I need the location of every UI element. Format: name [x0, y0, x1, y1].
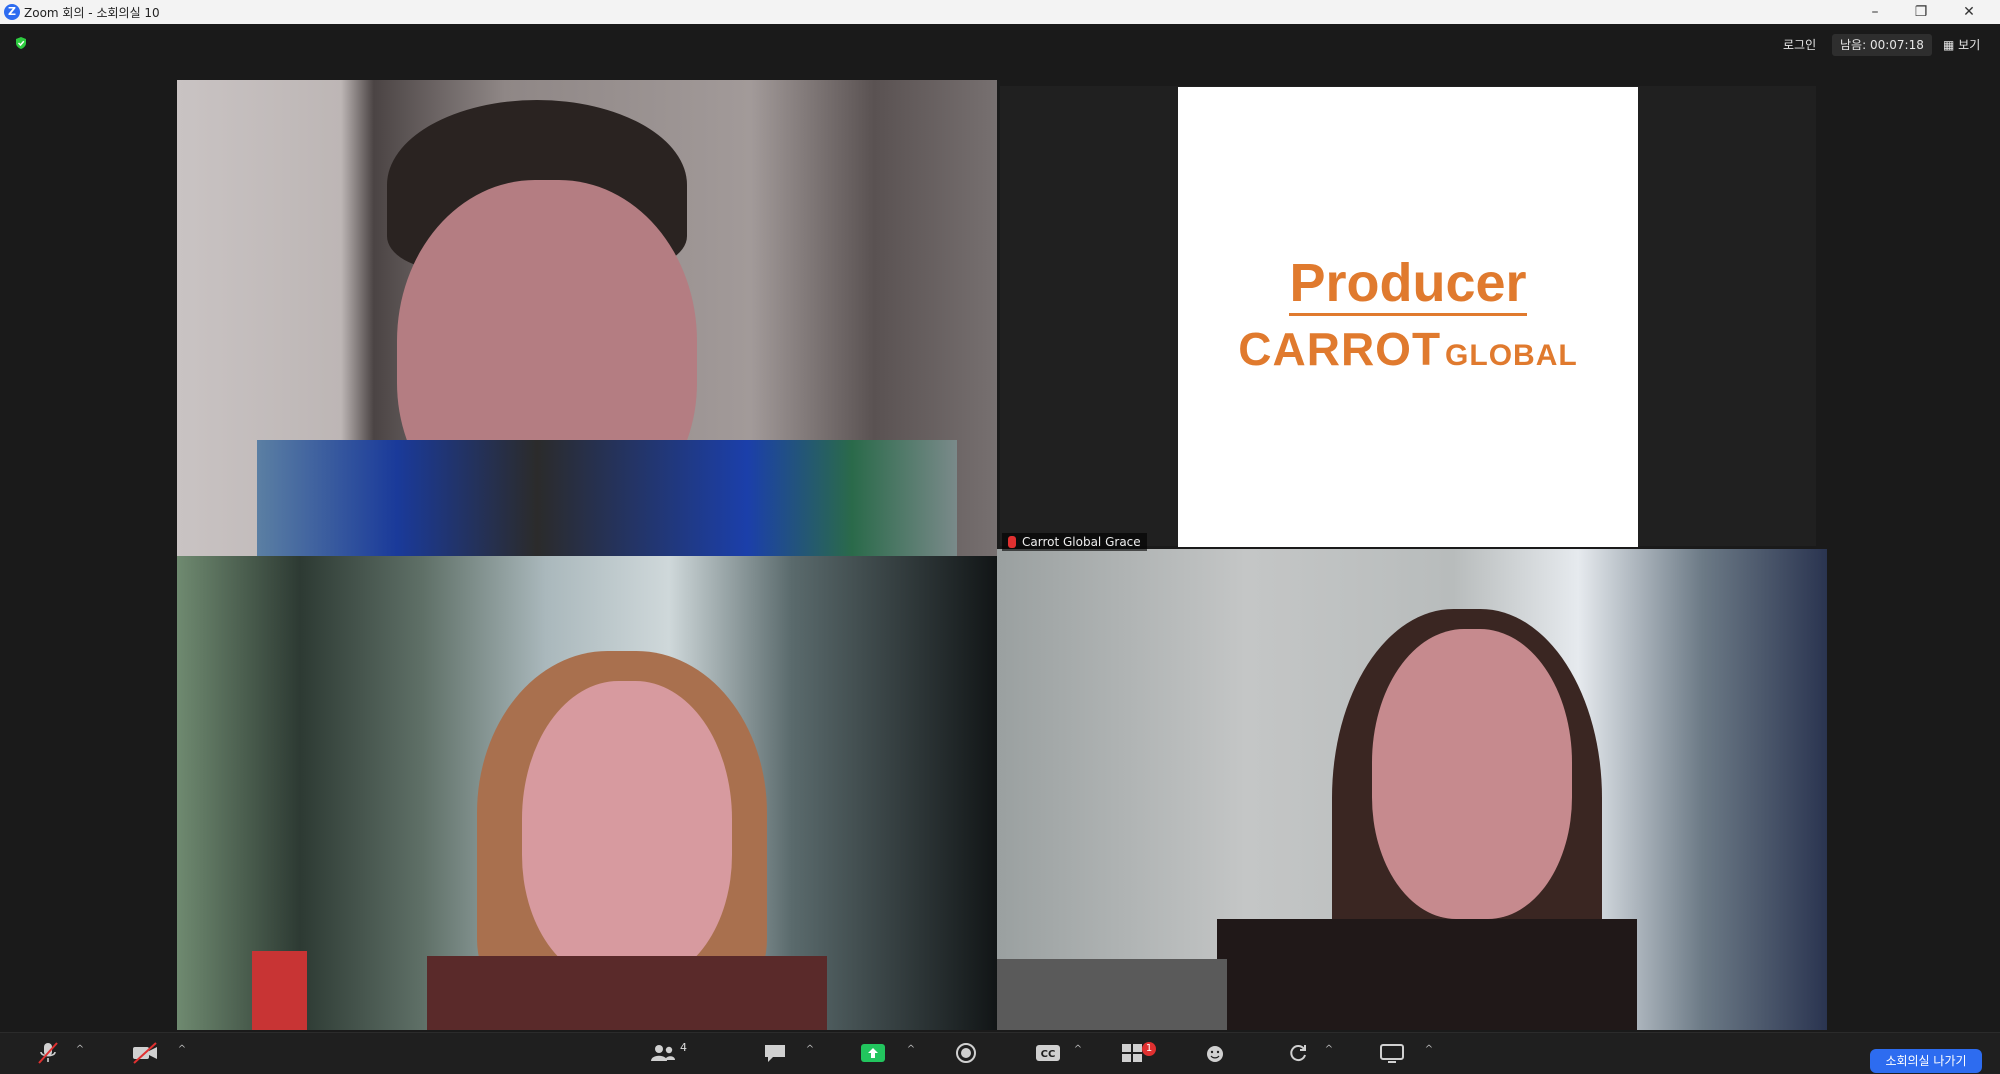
participant-clothes — [257, 440, 957, 556]
participants-button[interactable] — [648, 1041, 678, 1065]
participants-icon — [651, 1045, 675, 1061]
participant-name: Carrot Global Grace — [1022, 535, 1141, 549]
apps-options-chevron-icon[interactable]: ^ — [1324, 1045, 1334, 1055]
participant-clothes — [427, 956, 827, 1030]
muted-mic-icon — [1008, 536, 1016, 548]
background-object — [252, 951, 307, 1030]
participant-face — [522, 681, 732, 981]
participant-face — [1372, 629, 1572, 919]
chat-options-chevron-icon[interactable]: ^ — [805, 1045, 815, 1055]
share-screen-icon — [861, 1044, 885, 1062]
view-button[interactable]: ▦ 보기 — [1935, 34, 1988, 56]
slide-brand: CARROT GLOBAL — [1178, 322, 1638, 376]
captions-options-chevron-icon[interactable]: ^ — [1073, 1045, 1083, 1055]
monitor-icon — [1380, 1044, 1404, 1063]
zoom-logo-icon: Z — [4, 4, 20, 20]
notification-badge: 1 — [1142, 1042, 1156, 1056]
header-login-button[interactable]: 로그인 — [1775, 34, 1824, 56]
participants-count: 4 — [680, 1041, 687, 1054]
share-screen-button[interactable] — [858, 1041, 888, 1065]
shared-slide: Producer CARROT GLOBAL — [1178, 87, 1638, 547]
share-options-chevron-icon[interactable]: ^ — [906, 1045, 916, 1055]
reactions-button[interactable] — [1200, 1041, 1230, 1065]
restore-button[interactable]: ❐ — [1898, 0, 1944, 24]
participant-name-tag: Carrot Global Grace — [1002, 533, 1147, 551]
shield-icon[interactable] — [14, 36, 28, 50]
leave-breakout-room-button[interactable]: 소회의실 나가기 — [1870, 1049, 1982, 1073]
meeting-toolbar: ^ ^ 4 ^ ^ CC ^ ^ ^ — [0, 1032, 2000, 1074]
muted-microphone-icon — [38, 1042, 58, 1064]
svg-text:CC: CC — [1041, 1049, 1056, 1060]
record-button[interactable] — [951, 1041, 981, 1065]
close-button[interactable]: ✕ — [1946, 0, 1992, 24]
meeting-timer: 남음: 00:07:18 — [1832, 34, 1932, 56]
slide-brand-small: GLOBAL — [1445, 339, 1578, 372]
closed-captions-icon: CC — [1036, 1045, 1060, 1061]
background-object — [997, 959, 1227, 1030]
slide-brand-big: CARROT — [1238, 323, 1442, 375]
start-video-button[interactable] — [130, 1041, 160, 1065]
video-tile-participant-2[interactable] — [177, 556, 997, 1030]
reactions-icon — [1207, 1046, 1223, 1062]
window-title: Zoom 회의 - 소회의실 10 — [24, 6, 160, 20]
chat-button[interactable] — [760, 1041, 790, 1065]
slide-title: Producer — [1289, 253, 1527, 316]
whiteboard-button[interactable] — [1377, 1041, 1407, 1065]
refresh-icon — [1290, 1045, 1306, 1062]
mute-button[interactable] — [33, 1041, 63, 1065]
mute-options-chevron-icon[interactable]: ^ — [75, 1045, 85, 1055]
video-options-chevron-icon[interactable]: ^ — [177, 1045, 187, 1055]
minimize-button[interactable]: – — [1852, 0, 1898, 24]
record-icon — [956, 1043, 976, 1063]
participant-clothes — [1217, 919, 1637, 1030]
window-titlebar: Z Zoom 회의 - 소회의실 10 – ❐ ✕ — [0, 0, 2000, 25]
chat-icon — [765, 1045, 785, 1062]
video-tile-participant-3[interactable] — [997, 549, 1827, 1030]
video-off-icon — [133, 1042, 157, 1064]
video-tile-participant-1[interactable] — [177, 80, 997, 556]
whiteboard-options-chevron-icon[interactable]: ^ — [1424, 1045, 1434, 1055]
apps-button[interactable] — [1283, 1041, 1313, 1065]
captions-button[interactable]: CC — [1033, 1041, 1063, 1065]
